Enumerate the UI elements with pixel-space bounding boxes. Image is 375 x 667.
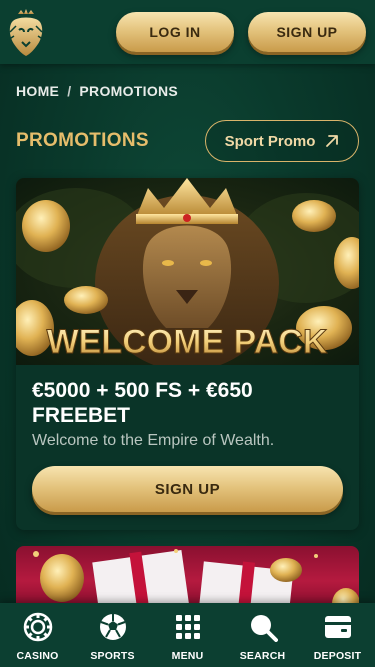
search-icon <box>248 612 278 647</box>
nav-label: MENU <box>171 650 204 662</box>
bottom-nav: CASINO SPORTS MENU SEARCH DEPOSIT <box>0 603 375 667</box>
casino-chip-icon <box>23 612 53 647</box>
arrow-up-right-icon <box>325 134 339 148</box>
promo-signup-button[interactable]: SIGN UP <box>32 466 343 512</box>
banner-text: WELCOME PACK <box>47 323 328 361</box>
nav-item-menu[interactable]: MENU <box>150 603 225 667</box>
login-button[interactable]: LOG IN <box>116 12 234 52</box>
breadcrumb-separator: / <box>67 83 72 99</box>
breadcrumb-current: PROMOTIONS <box>79 83 179 99</box>
promo-banner-image[interactable]: WELCOME PACK <box>16 178 359 365</box>
sport-promo-label: Sport Promo <box>224 132 316 150</box>
nav-label: DEPOSIT <box>313 650 362 662</box>
breadcrumb-home-link[interactable]: HOME <box>16 83 59 101</box>
nav-item-sports[interactable]: SPORTS <box>75 603 150 667</box>
breadcrumb: HOME / PROMOTIONS <box>16 83 178 101</box>
soccer-ball-icon <box>98 612 128 647</box>
nav-label: SPORTS <box>90 650 135 662</box>
promo-card-welcome[interactable]: WELCOME PACK €5000 + 500 FS + €650 FREEB… <box>16 178 359 530</box>
promo-title: €5000 + 500 FS + €650 FREEBET <box>32 379 253 427</box>
nav-item-search[interactable]: SEARCH <box>225 603 300 667</box>
nav-label: CASINO <box>16 650 59 662</box>
nav-item-casino[interactable]: CASINO <box>0 603 75 667</box>
page-title: PROMOTIONS <box>16 130 149 151</box>
grid-menu-icon <box>173 612 203 647</box>
nav-label: SEARCH <box>239 650 286 662</box>
signup-button[interactable]: SIGN UP <box>248 12 366 52</box>
nav-item-deposit[interactable]: DEPOSIT <box>300 603 375 667</box>
lion-logo-icon[interactable] <box>6 8 46 58</box>
promo-description: Welcome to the Empire of Wealth. <box>32 432 275 449</box>
top-header: LOG IN SIGN UP <box>0 0 375 64</box>
sport-promo-button[interactable]: Sport Promo <box>205 120 359 162</box>
wallet-icon <box>323 612 353 647</box>
